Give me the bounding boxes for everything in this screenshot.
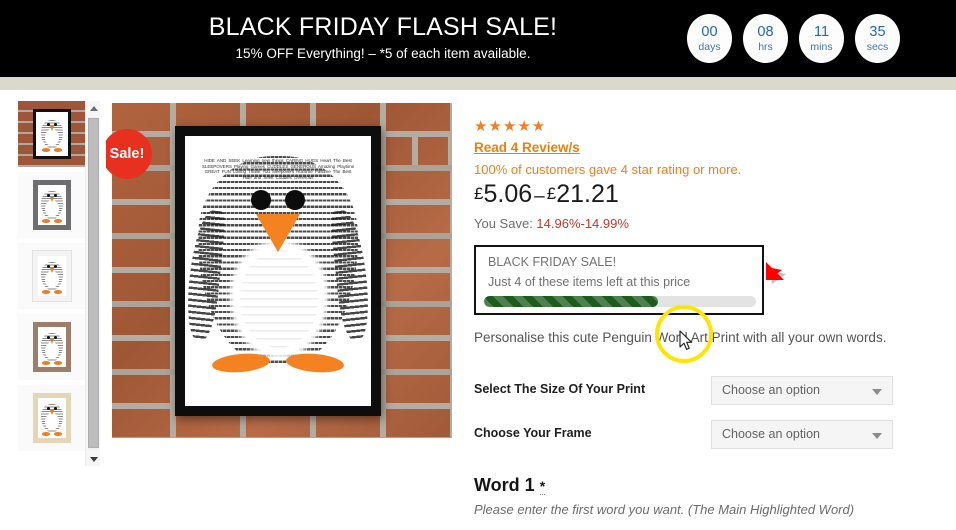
promo-text-block: BLACK FRIDAY FLASH SALE! 15% OFF Everyth…	[163, 12, 603, 63]
star-rating-icon: ★★★★★	[474, 118, 547, 135]
penguin-beak	[256, 214, 300, 252]
countdown-minutes-label: mins	[810, 41, 833, 53]
countdown-hours: 08 hrs	[743, 14, 788, 63]
promo-subtitle: 15% OFF Everything! – *5 of each item av…	[235, 46, 531, 61]
penguin-wordart-mini	[39, 402, 65, 436]
you-save-label: You Save:	[474, 216, 537, 231]
penguin-wordart-mini	[39, 331, 65, 365]
option-row-size: Select The Size Of Your Print Choose an …	[474, 376, 894, 406]
price-max-currency: £	[546, 184, 557, 203]
product-main-image[interactable]: HIDE AND SEEK Learning new things CARING…	[106, 103, 452, 438]
print-canvas: HIDE AND SEEK Learning new things CARING…	[185, 136, 371, 406]
page-top-strip	[0, 77, 956, 90]
thumbnail-gallery[interactable]	[18, 101, 86, 466]
thumbnail-grey-frame[interactable]	[18, 172, 86, 238]
frame-cream	[33, 393, 71, 443]
word1-label: Word 1	[474, 475, 535, 495]
scroll-up-button[interactable]	[86, 101, 101, 115]
promo-title: BLACK FRIDAY FLASH SALE!	[208, 13, 558, 41]
size-select-value: Choose an option	[722, 383, 820, 397]
stock-progress-fill	[484, 296, 659, 307]
countdown-seconds-label: secs	[866, 41, 889, 53]
penguin-belly	[234, 244, 324, 354]
picture-frame-black: HIDE AND SEEK Learning new things CARING…	[175, 126, 381, 416]
chevron-down-icon	[872, 433, 882, 439]
countdown-hours-label: hrs	[758, 41, 773, 53]
you-save-line: You Save: 14.96%-14.99%	[474, 216, 629, 231]
red-arrow-annotation-icon	[766, 240, 804, 284]
countdown-timer: 00 days 08 hrs 11 mins 35 secs	[687, 14, 900, 63]
promo-banner: BLACK FRIDAY FLASH SALE! 15% OFF Everyth…	[0, 0, 956, 77]
penguin-feet	[211, 350, 345, 375]
sale-box-title: BLACK FRIDAY SALE!	[488, 255, 617, 269]
countdown-seconds-value: 35	[869, 23, 886, 40]
countdown-minutes-value: 11	[813, 23, 830, 40]
thumbnail-black-frame-brick[interactable]	[18, 101, 86, 167]
scrollbar-thumb[interactable]	[88, 118, 99, 448]
option-label-frame: Choose Your Frame	[474, 426, 592, 440]
option-label-size: Select The Size Of Your Print	[474, 382, 646, 396]
triangle-down-icon	[89, 456, 98, 462]
penguin-wordart-mini	[39, 189, 65, 223]
countdown-days-label: days	[698, 41, 721, 53]
price-dash: –	[534, 186, 545, 207]
frame-grey	[33, 180, 71, 230]
penguin-wordart-mini	[39, 260, 65, 294]
read-reviews-link[interactable]: Read 4 Review/s	[474, 140, 580, 155]
price-max-value: 21.21	[556, 180, 619, 208]
frame-white	[33, 251, 71, 301]
mouse-pointer-icon	[679, 330, 693, 350]
thumbnail-brown-frame[interactable]	[18, 314, 86, 380]
penguin-eyes	[251, 190, 305, 210]
stock-progress-track	[484, 296, 756, 307]
penguin-wordart-mini	[39, 118, 65, 152]
size-select[interactable]: Choose an option	[711, 376, 893, 405]
you-save-value: 14.96%-14.99%	[536, 216, 629, 231]
required-marker: *	[539, 478, 546, 495]
word1-heading: Word 1 *	[474, 475, 546, 496]
frame-select-value: Choose an option	[722, 427, 820, 441]
countdown-hours-value: 08	[757, 23, 774, 40]
frame-select[interactable]: Choose an option	[711, 420, 893, 449]
penguin-wordart: HIDE AND SEEK Learning new things CARING…	[185, 152, 371, 390]
triangle-up-icon	[89, 105, 98, 111]
word1-hint: Please enter the first word you want. (T…	[474, 502, 855, 517]
price-range: £5.06– £21.21	[474, 180, 619, 209]
option-row-frame: Choose Your Frame Choose an option	[474, 420, 894, 450]
review-percentage-text: 100% of customers gave 4 star rating or …	[474, 162, 742, 177]
black-friday-sale-box: BLACK FRIDAY SALE! Just 4 of these items…	[474, 245, 764, 315]
thumbnail-cream-frame[interactable]	[18, 385, 86, 451]
scroll-down-button[interactable]	[86, 452, 101, 466]
countdown-days-value: 00	[701, 23, 718, 40]
sale-box-subtitle: Just 4 of these items left at this price	[488, 275, 691, 289]
countdown-days: 00 days	[687, 14, 732, 63]
chevron-down-icon	[872, 389, 882, 395]
countdown-seconds: 35 secs	[855, 14, 900, 63]
product-details: ★★★★★ Read 4 Review/s 100% of customers …	[474, 90, 944, 530]
product-page: HIDE AND SEEK Learning new things CARING…	[0, 90, 956, 530]
frame-brown	[33, 322, 71, 372]
thumbnail-scrollbar[interactable]	[85, 101, 100, 466]
countdown-minutes: 11 mins	[799, 14, 844, 63]
frame-black	[33, 109, 71, 159]
thumbnail-white-frame[interactable]	[18, 243, 86, 309]
price-min-value: 5.06	[483, 180, 533, 208]
